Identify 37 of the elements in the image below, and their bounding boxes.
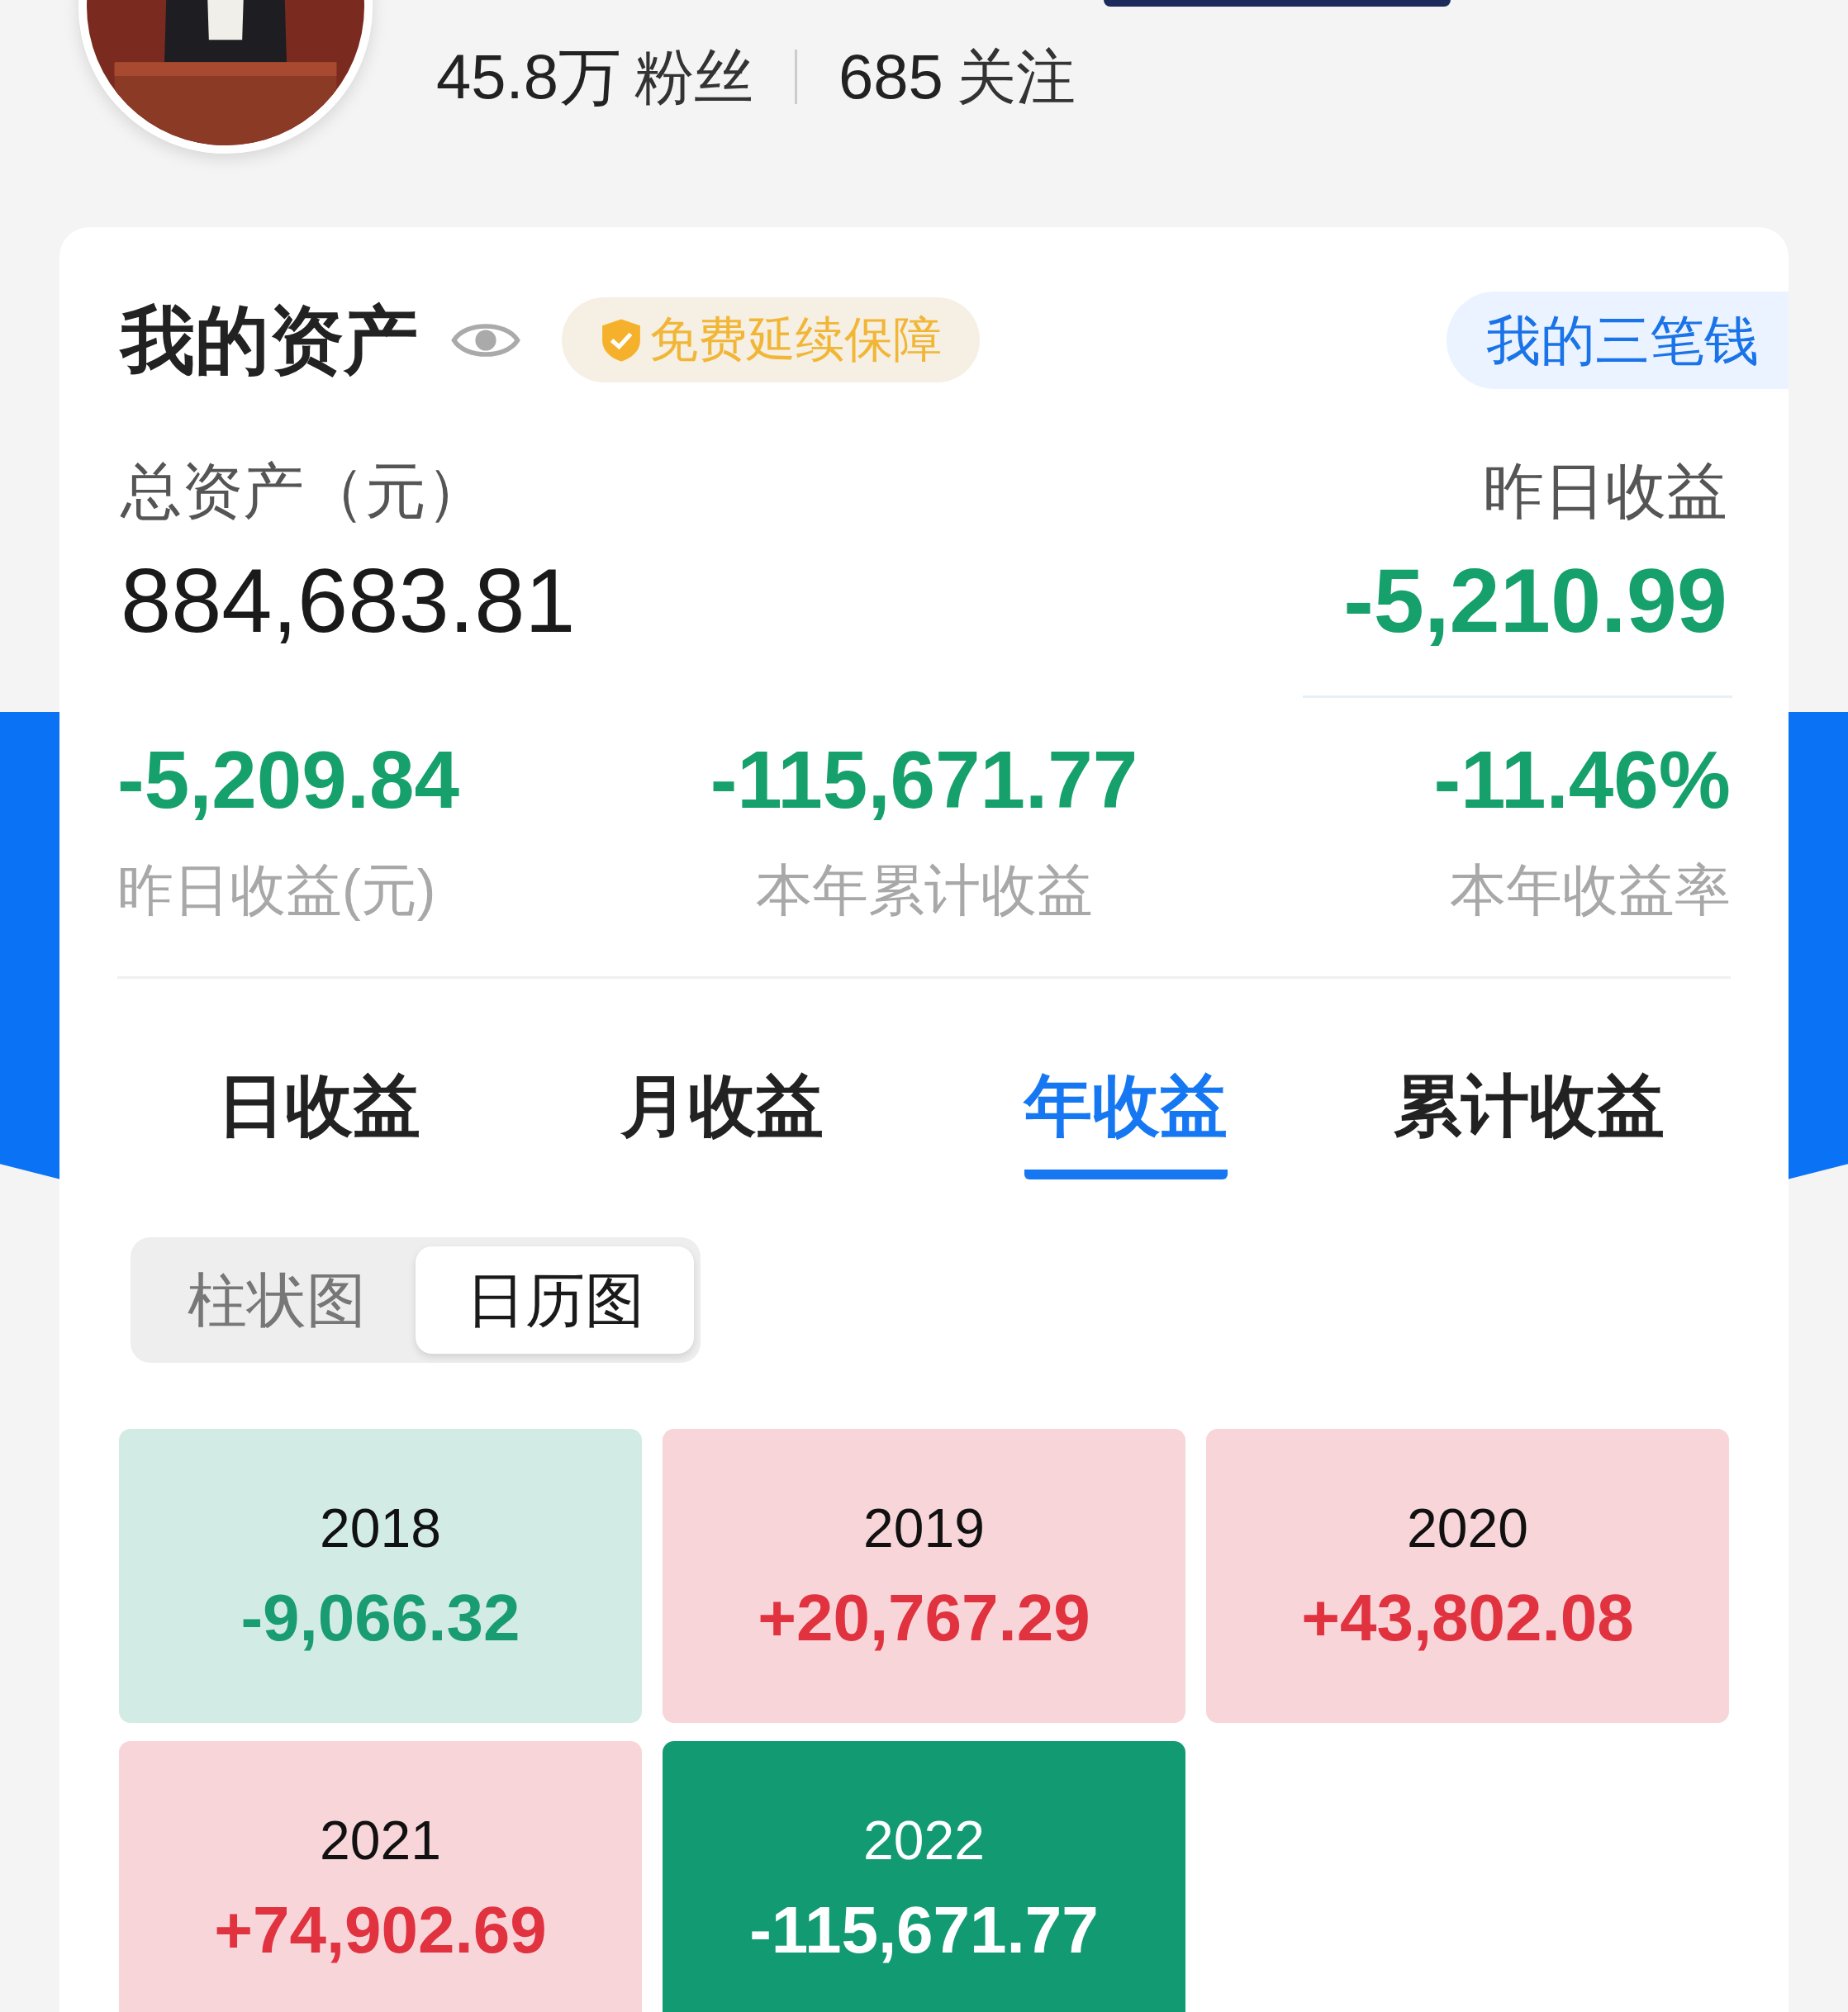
stat-value: -5,209.84 — [117, 739, 460, 820]
chart-view-toggle[interactable]: 柱状图 — [137, 1246, 416, 1354]
year-label: 2018 — [320, 1501, 441, 1555]
year-tile[interactable]: 2018 -9,066.32 — [119, 1429, 642, 1723]
followers-count: 45.8万 — [436, 45, 621, 108]
total-assets-value: 884,683.81 — [121, 555, 576, 646]
chart-view-toggle[interactable]: 日历图 — [416, 1246, 694, 1354]
stat-label: 本年累计收益 — [755, 861, 1093, 918]
following-label: 关注 — [956, 47, 1076, 107]
stat-label: 本年收益率 — [1450, 861, 1731, 918]
year-label: 2020 — [1407, 1501, 1528, 1555]
year-earnings: +74,902.69 — [214, 1897, 547, 1963]
earnings-tab[interactable]: 累计收益 — [1393, 1072, 1665, 1179]
following-count: 685 — [838, 45, 943, 108]
year-earnings: +43,802.08 — [1301, 1585, 1634, 1651]
year-label: 2019 — [863, 1501, 985, 1555]
year-earnings: -115,671.77 — [749, 1897, 1099, 1963]
year-tile[interactable]: 2022 -115,671.77 — [663, 1741, 1185, 2012]
followers-label: 粉丝 — [634, 47, 753, 107]
earnings-tab[interactable]: 日收益 — [217, 1072, 421, 1179]
year-label: 2022 — [863, 1813, 985, 1867]
year-tile[interactable]: 2021 +74,902.69 — [119, 1741, 642, 2012]
total-assets-label: 总资产（元） — [121, 461, 488, 522]
three-funds-link[interactable]: 我的三笔钱 — [1447, 291, 1789, 389]
year-label: 2021 — [320, 1813, 441, 1867]
stat-value: -11.46% — [1433, 739, 1731, 820]
year-tile[interactable]: 2019 +20,767.29 — [663, 1429, 1185, 1723]
yesterday-earnings-label: 昨日收益 — [1483, 461, 1727, 522]
yesterday-earnings-value: -5,210.99 — [1343, 555, 1727, 646]
year-tile[interactable]: 2020 +43,802.08 — [1206, 1429, 1729, 1723]
stat-value: -115,671.77 — [710, 739, 1138, 820]
year-earnings: +20,767.29 — [758, 1585, 1090, 1651]
assets-title: 我的资产 — [121, 302, 418, 377]
badge-text: 免费延续保障 — [649, 316, 942, 364]
earnings-tab[interactable]: 月收益 — [620, 1072, 824, 1179]
earnings-tab[interactable]: 年收益 — [1024, 1072, 1228, 1179]
year-earnings: -9,066.32 — [240, 1585, 520, 1651]
